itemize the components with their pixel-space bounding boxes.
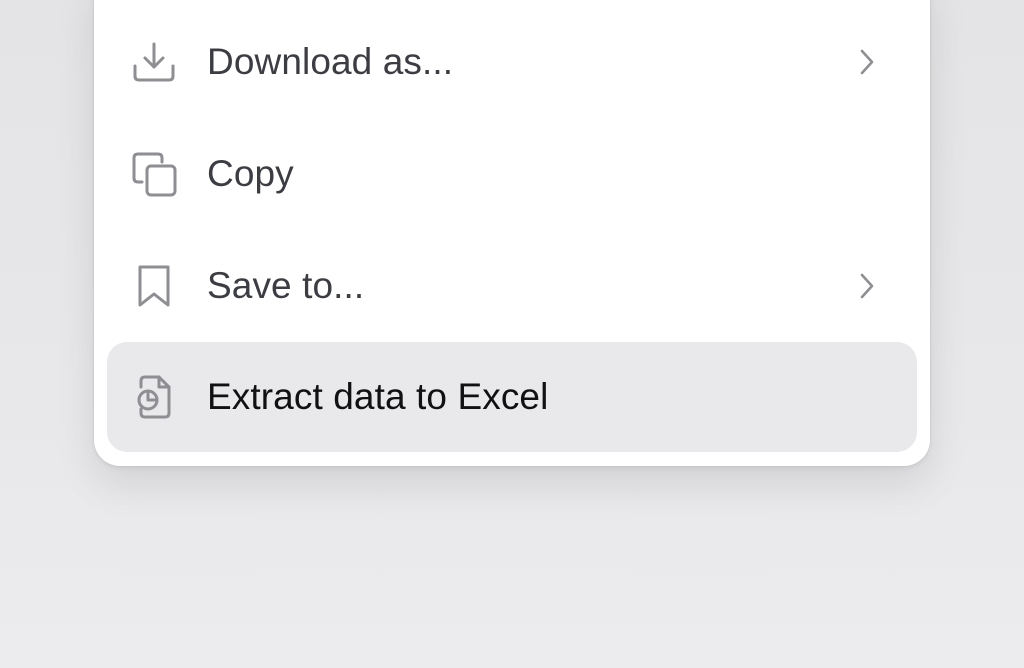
chevron-right-icon [855,45,879,79]
menu-item-download-as[interactable]: Download as... [107,7,917,117]
menu-item-label: Save to... [207,265,365,306]
context-menu: Download as... Copy Save to... Extract d… [94,0,930,466]
chevron-right-icon [855,269,879,303]
extract-data-icon [129,372,179,422]
menu-item-save-to[interactable]: Save to... [107,231,917,341]
menu-item-label: Extract data to Excel [207,376,549,417]
menu-item-label: Download as... [207,41,454,82]
menu-item-label: Copy [207,153,294,194]
menu-item-copy[interactable]: Copy [107,119,917,229]
menu-item-extract-data-to-excel[interactable]: Extract data to Excel [107,342,917,452]
bookmark-icon [129,261,179,311]
copy-icon [129,149,179,199]
download-icon [129,37,179,87]
